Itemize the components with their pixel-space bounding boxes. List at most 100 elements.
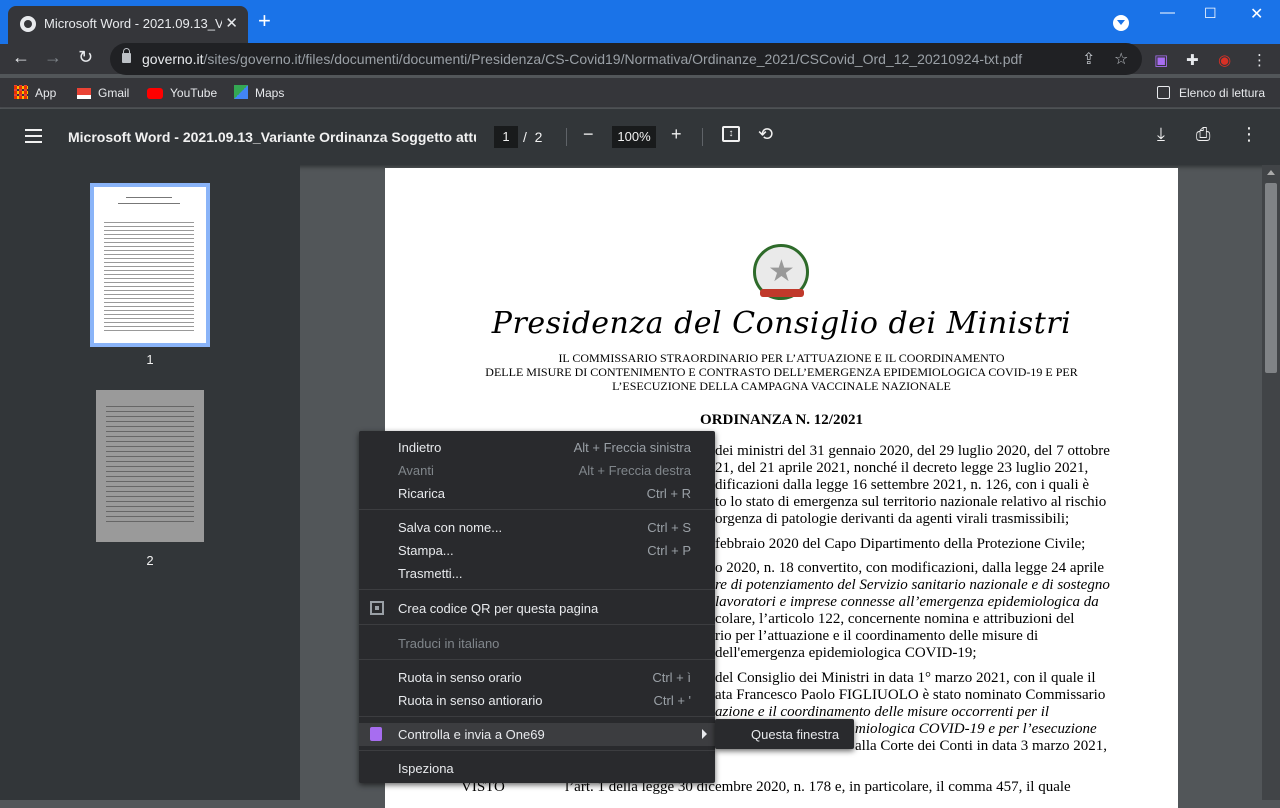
page-thumbnail-2[interactable]	[96, 390, 204, 542]
commissioner-line: IL COMMISSARIO STRAORDINARIO PER L’ATTUA…	[558, 351, 1005, 365]
bookmark-star-icon[interactable]: ☆	[1114, 49, 1128, 69]
forward-arrow-icon[interactable]: →	[44, 47, 62, 68]
tab-search-icon[interactable]	[1113, 15, 1129, 31]
thumbnail-sidebar: 1 2	[0, 165, 300, 800]
menu-separator	[359, 716, 715, 717]
share-icon[interactable]: ⇪	[1082, 49, 1095, 69]
menu-separator	[359, 659, 715, 660]
zoom-in-icon[interactable]: +	[671, 124, 682, 145]
back-arrow-icon[interactable]: ←	[12, 47, 30, 68]
bookmark-label: App	[35, 86, 57, 100]
tab-strip: Microsoft Word - 2021.09.13_Vari ✕ + — ☐…	[0, 0, 1280, 44]
body-line: lavoratori e imprese connesse all’emerge…	[715, 594, 1099, 610]
minimize-window-icon[interactable]: —	[1160, 4, 1175, 21]
submenu-item-this-window[interactable]: Questa finestra	[751, 727, 839, 742]
vertical-scrollbar[interactable]	[1262, 165, 1280, 800]
browser-toolbar: ← → ↻ governo.it/sites/governo.it/files/…	[0, 43, 1280, 75]
body-line: orgenza di patologie derivanti da agenti…	[715, 511, 1070, 527]
scrollbar-thumb[interactable]	[1265, 183, 1277, 373]
profile-avatar-icon[interactable]: ◉	[1218, 51, 1231, 69]
menu-item-forward[interactable]: Avanti Alt + Freccia destra	[359, 459, 715, 482]
zoom-level-input[interactable]: 100%	[612, 126, 656, 148]
maximize-window-icon[interactable]: ☐	[1204, 5, 1217, 22]
commissioner-line: DELLE MISURE DI CONTENIMENTO E CONTRASTO…	[485, 365, 1078, 379]
chrome-menu-icon[interactable]: ⋮	[1252, 51, 1267, 69]
one69-extension-icon[interactable]: ▣	[1154, 51, 1168, 69]
bookmark-gmail[interactable]: Gmail	[77, 83, 129, 103]
reading-list-icon	[1157, 86, 1170, 99]
star-icon: ★	[768, 255, 795, 288]
body-line: 21, del 21 aprile 2021, nonché il decret…	[715, 460, 1089, 476]
zoom-out-icon[interactable]: −	[583, 124, 594, 145]
one69-extension-icon	[370, 727, 382, 741]
page-thumbnail-label: 1	[146, 352, 154, 367]
body-line: rio per l’attuazione e il coordinamento …	[715, 628, 1039, 644]
fit-to-page-icon[interactable]: ↕	[722, 126, 740, 142]
document-title: Microsoft Word - 2021.09.13_Variante Ord…	[68, 129, 476, 145]
new-tab-button[interactable]: +	[258, 8, 271, 34]
more-options-icon[interactable]: ⋮	[1240, 124, 1258, 145]
context-menu: Indietro Alt + Freccia sinistra Avanti Alt…	[359, 431, 715, 783]
gmail-icon	[77, 88, 91, 99]
submenu-arrow-icon	[702, 729, 707, 739]
body-line: del Consiglio dei Ministri in data 1° ma…	[715, 670, 1096, 686]
qr-code-icon	[370, 601, 384, 615]
body-line: dificazioni dalla legge 16 settembre 202…	[715, 477, 1090, 493]
bookmark-label: Gmail	[98, 86, 130, 100]
menu-item-inspect[interactable]: Ispeziona	[359, 757, 715, 780]
menu-item-reload[interactable]: Ricarica Ctrl + R	[359, 482, 715, 505]
close-tab-icon[interactable]: ✕	[225, 14, 238, 32]
page-thumbnail-1[interactable]	[90, 183, 210, 347]
bookmarks-bar: App Gmail YouTube Maps Elenco di lettura	[0, 78, 1280, 108]
toolbar-divider	[566, 128, 567, 146]
body-line: re di potenziamento del Servizio sanitar…	[715, 577, 1110, 593]
page-count: / 2	[523, 129, 543, 145]
menu-item-one69[interactable]: Controlla e invia a One69	[359, 723, 715, 746]
menu-item-save-as[interactable]: Salva con nome... Ctrl + S	[359, 516, 715, 539]
body-line: dei ministri del 31 gennaio 2020, del 29…	[715, 443, 1110, 459]
menu-item-translate[interactable]: Traduci in italiano	[359, 632, 715, 655]
lock-icon[interactable]	[122, 48, 131, 63]
bookmark-youtube[interactable]: YouTube	[147, 83, 217, 103]
scroll-up-arrow-icon[interactable]	[1267, 170, 1275, 175]
menu-separator	[359, 589, 715, 590]
body-line: to lo stato di emergenza sul territorio …	[715, 494, 1107, 510]
reading-list-label: Elenco di lettura	[1179, 86, 1266, 100]
tab-title: Microsoft Word - 2021.09.13_Vari	[44, 16, 222, 31]
menu-item-rotate-counterclockwise[interactable]: Ruota in senso antiorario Ctrl + '	[359, 689, 715, 712]
address-bar[interactable]: governo.it/sites/governo.it/files/docume…	[110, 43, 1142, 75]
menu-item-print[interactable]: Stampa... Ctrl + P	[359, 539, 715, 562]
body-line: o 2020, n. 18 convertito, con modificazi…	[715, 560, 1105, 576]
menu-item-cast[interactable]: Trasmetti...	[359, 562, 715, 585]
browser-tab[interactable]: Microsoft Word - 2021.09.13_Vari ✕	[8, 6, 248, 44]
reading-list-button[interactable]: Elenco di lettura	[1157, 83, 1265, 103]
menu-separator	[359, 624, 715, 625]
ordinance-title: ORDINANZA N. 12/2021	[700, 412, 863, 428]
pdf-toolbar: Microsoft Word - 2021.09.13_Variante Ord…	[0, 109, 1280, 165]
rotate-counterclockwise-icon[interactable]: ⟲	[758, 124, 773, 145]
letterhead: Presidenza del Consiglio dei Ministri	[491, 306, 1072, 341]
print-icon[interactable]: ⎙	[1196, 124, 1210, 145]
chrome-pdf-favicon-icon	[20, 16, 36, 32]
body-line: colare, l’articolo 122, concernente nomi…	[715, 611, 1075, 627]
toolbar-divider	[702, 128, 703, 146]
menu-item-back[interactable]: Indietro Alt + Freccia sinistra	[359, 436, 715, 459]
menu-item-rotate-clockwise[interactable]: Ruota in senso orario Ctrl + ì	[359, 666, 715, 689]
body-line: alla Corte dei Conti in data 3 marzo 202…	[855, 738, 1108, 754]
body-line: miologica COVID-19 e per l’esecuzione	[855, 721, 1097, 737]
close-window-icon[interactable]: ✕	[1250, 4, 1263, 24]
youtube-icon	[147, 88, 163, 99]
url-text[interactable]: governo.it/sites/governo.it/files/docume…	[142, 51, 1022, 67]
download-icon[interactable]: ⤓	[1157, 124, 1165, 145]
bookmark-maps[interactable]: Maps	[234, 83, 284, 103]
reload-icon[interactable]: ↻	[78, 47, 93, 68]
page-number-input[interactable]: 1	[494, 126, 518, 148]
extensions-puzzle-icon[interactable]: ✚	[1186, 51, 1199, 69]
bookmark-apps[interactable]: App	[14, 83, 56, 103]
sidebar-menu-icon[interactable]	[25, 129, 42, 143]
page-thumbnail-label: 2	[146, 553, 154, 568]
menu-item-create-qr[interactable]: Crea codice QR per questa pagina	[359, 597, 715, 620]
commissioner-line: L’ESECUZIONE DELLA CAMPAGNA VACCINALE NA…	[612, 379, 951, 393]
bookmark-label: Maps	[255, 86, 285, 100]
menu-separator	[359, 750, 715, 751]
